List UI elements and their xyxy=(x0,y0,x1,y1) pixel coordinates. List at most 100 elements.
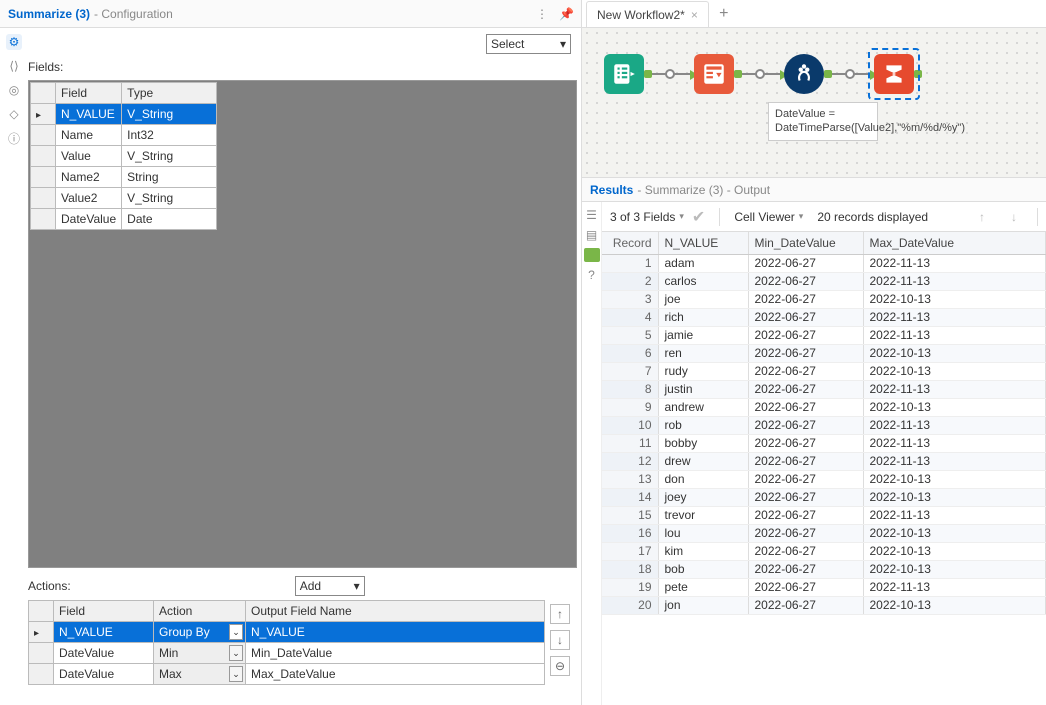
results-row[interactable]: 16lou2022-06-272022-10-13 xyxy=(602,524,1046,542)
col-min[interactable]: Min_DateValue xyxy=(748,232,863,254)
field-type[interactable]: V_String xyxy=(122,104,217,125)
results-row[interactable]: 6ren2022-06-272022-10-13 xyxy=(602,344,1046,362)
results-row[interactable]: 18bob2022-06-272022-10-13 xyxy=(602,560,1046,578)
row-header[interactable] xyxy=(29,643,54,664)
cell-min[interactable]: 2022-06-27 xyxy=(748,560,863,578)
results-row[interactable]: 13don2022-06-272022-10-13 xyxy=(602,470,1046,488)
workflow-canvas[interactable]: DateValue = DateTimeParse([Value2],"%m/%… xyxy=(582,28,1046,178)
cell-nvalue[interactable]: bobby xyxy=(658,434,748,452)
actions-row[interactable]: DateValueMax⌄Max_DateValue xyxy=(29,664,545,685)
field-type[interactable]: Date xyxy=(122,209,217,230)
actions-row[interactable]: N_VALUEGroup By⌄N_VALUE xyxy=(29,622,545,643)
move-down-button[interactable]: ↓ xyxy=(550,630,570,650)
cell-nvalue[interactable]: joey xyxy=(658,488,748,506)
actions-col-field[interactable]: Field xyxy=(54,601,154,622)
cell-nvalue[interactable]: ren xyxy=(658,344,748,362)
cell-min[interactable]: 2022-06-27 xyxy=(748,254,863,272)
sort-asc-button[interactable]: ↑ xyxy=(973,208,991,226)
cell-viewer-dropdown[interactable]: Cell Viewer ▾ xyxy=(734,210,803,224)
results-row[interactable]: 4rich2022-06-272022-11-13 xyxy=(602,308,1046,326)
move-up-button[interactable]: ↑ xyxy=(550,604,570,624)
cell-nvalue[interactable]: lou xyxy=(658,524,748,542)
action-type-dropdown[interactable]: Group By⌄ xyxy=(154,622,246,643)
col-max[interactable]: Max_DateValue xyxy=(863,232,1046,254)
results-row[interactable]: 1adam2022-06-272022-11-13 xyxy=(602,254,1046,272)
cell-min[interactable]: 2022-06-27 xyxy=(748,344,863,362)
cell-max[interactable]: 2022-11-13 xyxy=(863,578,1046,596)
field-type[interactable]: V_String xyxy=(122,146,217,167)
fields-row[interactable]: ValueV_String xyxy=(31,146,217,167)
list-icon[interactable]: ☰ xyxy=(585,208,599,222)
cell-min[interactable]: 2022-06-27 xyxy=(748,488,863,506)
cell-max[interactable]: 2022-11-13 xyxy=(863,254,1046,272)
add-action-dropdown[interactable]: Add ▾ xyxy=(295,576,365,596)
cell-min[interactable]: 2022-06-27 xyxy=(748,434,863,452)
row-header[interactable] xyxy=(29,664,54,685)
row-header[interactable] xyxy=(31,188,56,209)
field-name[interactable]: Value xyxy=(56,146,122,167)
results-row[interactable]: 7rudy2022-06-272022-10-13 xyxy=(602,362,1046,380)
cell-min[interactable]: 2022-06-27 xyxy=(748,308,863,326)
cell-nvalue[interactable]: pete xyxy=(658,578,748,596)
cell-nvalue[interactable]: rudy xyxy=(658,362,748,380)
actions-row[interactable]: DateValueMin⌄Min_DateValue xyxy=(29,643,545,664)
delete-row-button[interactable]: ⊖ xyxy=(550,656,570,676)
cell-nvalue[interactable]: joe xyxy=(658,290,748,308)
results-row[interactable]: 12drew2022-06-272022-11-13 xyxy=(602,452,1046,470)
cell-min[interactable]: 2022-06-27 xyxy=(748,470,863,488)
results-row[interactable]: 10rob2022-06-272022-11-13 xyxy=(602,416,1046,434)
formula-tool[interactable] xyxy=(784,54,824,94)
results-row[interactable]: 19pete2022-06-272022-11-13 xyxy=(602,578,1046,596)
cell-nvalue[interactable]: rich xyxy=(658,308,748,326)
cell-nvalue[interactable]: jon xyxy=(658,596,748,614)
gear-icon[interactable]: ⚙ xyxy=(6,34,22,50)
results-row[interactable]: 14joey2022-06-272022-10-13 xyxy=(602,488,1046,506)
fields-row[interactable]: Value2V_String xyxy=(31,188,217,209)
cell-min[interactable]: 2022-06-27 xyxy=(748,506,863,524)
cell-min[interactable]: 2022-06-27 xyxy=(748,290,863,308)
results-row[interactable]: 15trevor2022-06-272022-11-13 xyxy=(602,506,1046,524)
fields-row[interactable]: DateValueDate xyxy=(31,209,217,230)
sort-desc-button[interactable]: ↓ xyxy=(1005,208,1023,226)
results-row[interactable]: 8justin2022-06-272022-11-13 xyxy=(602,380,1046,398)
actions-col-output[interactable]: Output Field Name xyxy=(246,601,545,622)
output-anchor-icon[interactable] xyxy=(584,248,600,262)
more-options-icon[interactable]: ⋮ xyxy=(535,7,549,21)
field-type[interactable]: String xyxy=(122,167,217,188)
cell-nvalue[interactable]: kim xyxy=(658,542,748,560)
results-row[interactable]: 9andrew2022-06-272022-10-13 xyxy=(602,398,1046,416)
row-header[interactable] xyxy=(31,209,56,230)
cell-max[interactable]: 2022-10-13 xyxy=(863,542,1046,560)
cell-nvalue[interactable]: drew xyxy=(658,452,748,470)
cell-min[interactable]: 2022-06-27 xyxy=(748,398,863,416)
messages-icon[interactable]: ▤ xyxy=(585,228,599,242)
action-output[interactable]: Min_DateValue xyxy=(246,643,545,664)
new-tab-button[interactable]: + xyxy=(711,1,737,27)
field-name[interactable]: N_VALUE xyxy=(56,104,122,125)
summarize-tool[interactable] xyxy=(874,54,914,94)
cell-max[interactable]: 2022-10-13 xyxy=(863,596,1046,614)
cell-nvalue[interactable]: andrew xyxy=(658,398,748,416)
cell-max[interactable]: 2022-11-13 xyxy=(863,326,1046,344)
fields-count-dropdown[interactable]: 3 of 3 Fields ▾ ✔ xyxy=(610,207,705,227)
help-icon[interactable]: ? xyxy=(585,268,599,282)
cell-nvalue[interactable]: trevor xyxy=(658,506,748,524)
cell-max[interactable]: 2022-11-13 xyxy=(863,434,1046,452)
cell-max[interactable]: 2022-11-13 xyxy=(863,272,1046,290)
cell-nvalue[interactable]: bob xyxy=(658,560,748,578)
cell-max[interactable]: 2022-11-13 xyxy=(863,308,1046,326)
cell-nvalue[interactable]: carlos xyxy=(658,272,748,290)
cell-nvalue[interactable]: rob xyxy=(658,416,748,434)
results-row[interactable]: 5jamie2022-06-272022-11-13 xyxy=(602,326,1046,344)
action-type-dropdown[interactable]: Min⌄ xyxy=(154,643,246,664)
pin-icon[interactable]: 📌 xyxy=(559,7,573,21)
results-row[interactable]: 2carlos2022-06-272022-11-13 xyxy=(602,272,1046,290)
results-row[interactable]: 20jon2022-06-272022-10-13 xyxy=(602,596,1046,614)
cell-max[interactable]: 2022-11-13 xyxy=(863,452,1046,470)
row-header[interactable] xyxy=(31,104,56,125)
tag-icon[interactable]: ◇ xyxy=(6,106,22,122)
cell-min[interactable]: 2022-06-27 xyxy=(748,326,863,344)
cell-nvalue[interactable]: jamie xyxy=(658,326,748,344)
select-tool[interactable] xyxy=(694,54,734,94)
cell-min[interactable]: 2022-06-27 xyxy=(748,578,863,596)
